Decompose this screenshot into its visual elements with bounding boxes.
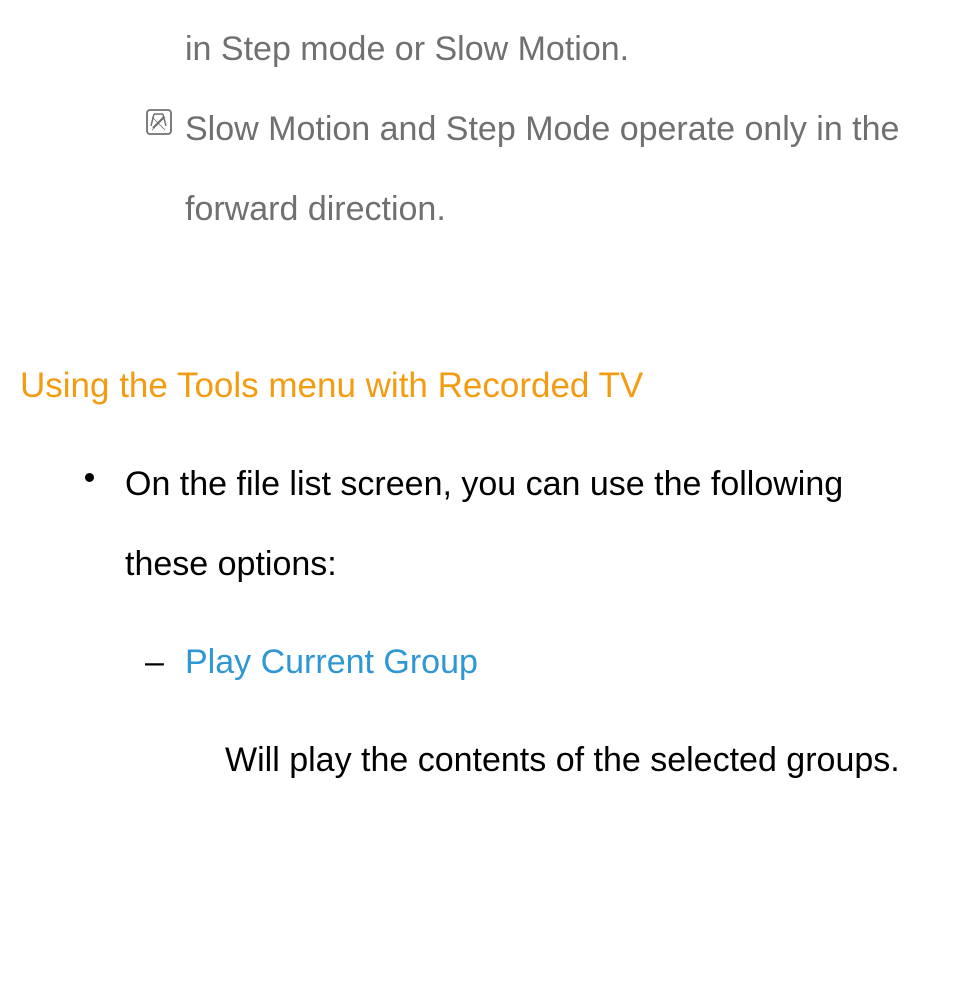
bullet-dot-icon <box>85 473 94 482</box>
fragment-line: in Step mode or Slow Motion. <box>185 10 924 90</box>
note-block: Slow Motion and Step Mode operate only i… <box>145 90 924 250</box>
sub-item: – Play Current Group <box>185 623 924 703</box>
bullet-text: On the file list screen, you can use the… <box>125 465 843 583</box>
note-icon <box>145 108 173 136</box>
sub-item-title: Play Current Group <box>185 643 478 681</box>
bullet-item: On the file list screen, you can use the… <box>125 445 924 605</box>
note-text: Slow Motion and Step Mode operate only i… <box>185 90 924 250</box>
dash-icon: – <box>145 623 164 703</box>
section-heading: Using the Tools menu with Recorded TV <box>20 345 924 427</box>
sub-item-description: Will play the contents of the selected g… <box>225 721 924 801</box>
